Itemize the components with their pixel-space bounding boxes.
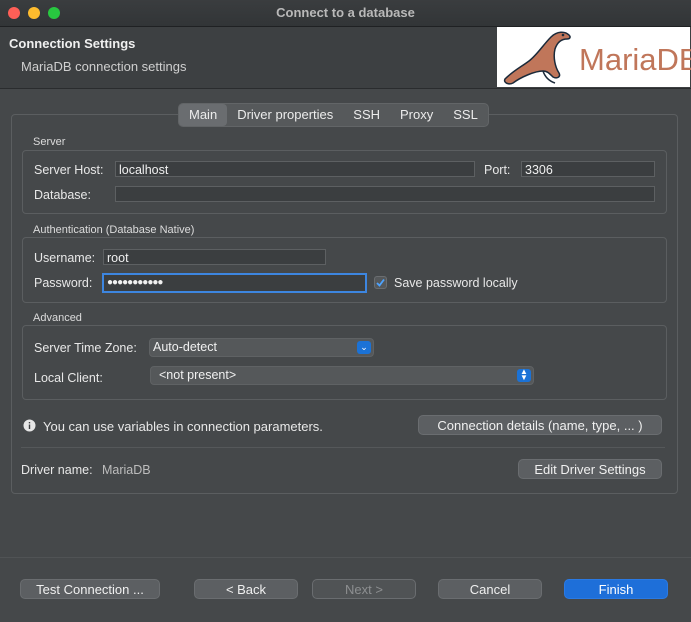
port-label: Port: [484,163,511,177]
logo-text: MariaDB [579,42,691,77]
chevron-updown-icon: ▲ ▼ [517,368,531,382]
server-host-input[interactable]: localhost [115,161,475,177]
server-timezone-select[interactable]: Auto-detect ⌄ [149,338,374,357]
checkmark-icon [376,278,385,287]
info-icon [23,419,36,432]
auth-group-label: Authentication (Database Native) [33,224,195,236]
tab-ssh[interactable]: SSH [343,104,390,126]
divider [21,447,665,448]
auth-group [22,237,667,303]
tab-proxy[interactable]: Proxy [390,104,443,126]
username-input[interactable]: root [103,249,326,265]
finish-button[interactable]: Finish [564,579,668,599]
chevron-down-icon: ⌄ [357,341,371,354]
connection-details-button[interactable]: Connection details (name, type, ... ) [418,415,662,435]
local-client-label: Local Client: [34,371,103,385]
local-client-select[interactable]: <not present> ▲ ▼ [150,366,534,385]
server-group-label: Server [33,136,66,148]
footer-divider [0,557,691,558]
test-connection-button[interactable]: Test Connection ... [20,579,160,599]
tab-main[interactable]: Main [179,104,228,126]
username-label: Username: [34,251,96,265]
dialog-window: Connect to a database Connection Setting… [0,0,691,622]
driver-name-value: MariaDB [102,463,151,477]
cancel-button[interactable]: Cancel [438,579,542,599]
server-group [22,150,667,214]
sea-lion-icon [503,31,571,85]
port-input[interactable]: 3306 [521,161,655,177]
window-title: Connect to a database [276,5,415,20]
tab-driver-properties[interactable]: Driver properties [227,104,343,126]
header-subtitle: MariaDB connection settings [21,59,187,74]
server-host-label: Server Host: [34,163,104,177]
advanced-group-label: Advanced [33,312,82,324]
settings-tabs: Main Driver properties SSH Proxy SSL [178,103,489,127]
password-input[interactable]: ●●●●●●●●●●● [102,273,367,293]
tab-ssl[interactable]: SSL [443,104,488,126]
next-button[interactable]: Next > [312,579,416,599]
password-label: Password: [34,276,93,290]
database-label: Database: [34,188,91,202]
advanced-group [22,325,667,400]
save-password-checkbox[interactable] [374,276,387,289]
driver-name-label: Driver name: [21,463,93,477]
database-input[interactable] [115,186,655,202]
title-bar: Connect to a database [0,0,691,27]
local-client-value: <not present> [159,368,237,382]
variables-info-text: You can use variables in connection para… [43,419,323,434]
save-password-label[interactable]: Save password locally [394,276,518,290]
settings-header: Connection Settings MariaDB connection s… [0,27,691,89]
edit-driver-settings-button[interactable]: Edit Driver Settings [518,459,662,479]
mariadb-logo: MariaDB [497,27,691,87]
back-button[interactable]: < Back [194,579,298,599]
header-title: Connection Settings [9,36,136,51]
server-timezone-value: Auto-detect [153,340,217,354]
server-timezone-label: Server Time Zone: [34,341,137,355]
